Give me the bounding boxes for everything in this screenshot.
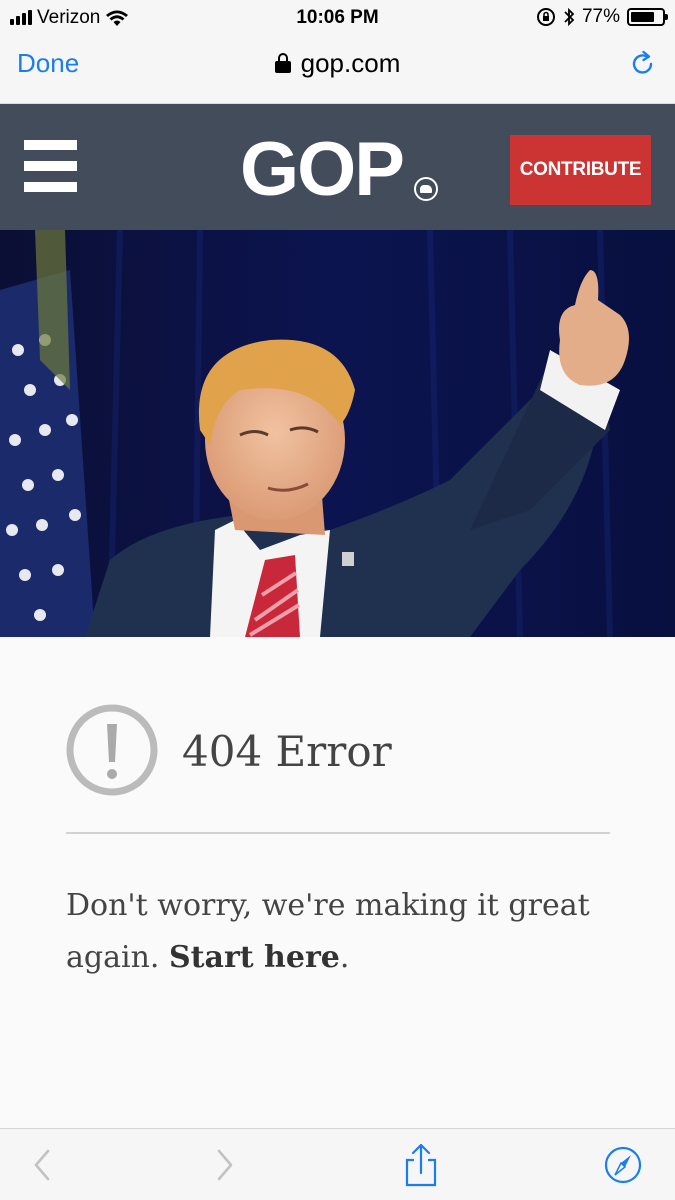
compass-icon[interactable] — [603, 1143, 643, 1187]
url-field[interactable]: gop.com — [0, 48, 675, 79]
elephant-seal-icon — [414, 177, 438, 201]
divider — [66, 832, 610, 834]
error-message-suffix: . — [339, 940, 350, 975]
back-icon[interactable] — [22, 1143, 62, 1187]
alert-icon — [66, 704, 158, 796]
reload-icon[interactable] — [629, 50, 657, 78]
battery-level — [631, 12, 655, 22]
url-text: gop.com — [300, 48, 401, 78]
gop-logo[interactable]: GOP — [240, 132, 405, 208]
browser-toolbar — [0, 1128, 675, 1200]
hamburger-icon[interactable] — [24, 140, 77, 192]
error-title: 404 Error — [182, 727, 392, 776]
status-icons: 77% — [536, 6, 668, 28]
contribute-button[interactable]: CONTRIBUTE — [510, 135, 651, 205]
battery-icon — [627, 8, 668, 26]
battery-percent: 77% — [581, 6, 620, 27]
hero-photo — [0, 230, 675, 637]
status-bar: Verizon 10:06 PM 77% — [0, 0, 675, 34]
forward-icon[interactable] — [205, 1143, 245, 1187]
share-icon[interactable] — [401, 1143, 441, 1187]
lock-icon — [274, 53, 291, 73]
rotation-lock-icon — [536, 8, 555, 26]
start-here-link[interactable]: Start here — [169, 940, 340, 975]
bluetooth-icon — [564, 7, 575, 27]
address-bar: Done gop.com — [0, 34, 675, 104]
error-message: Don't worry, we're making it great again… — [66, 880, 610, 984]
